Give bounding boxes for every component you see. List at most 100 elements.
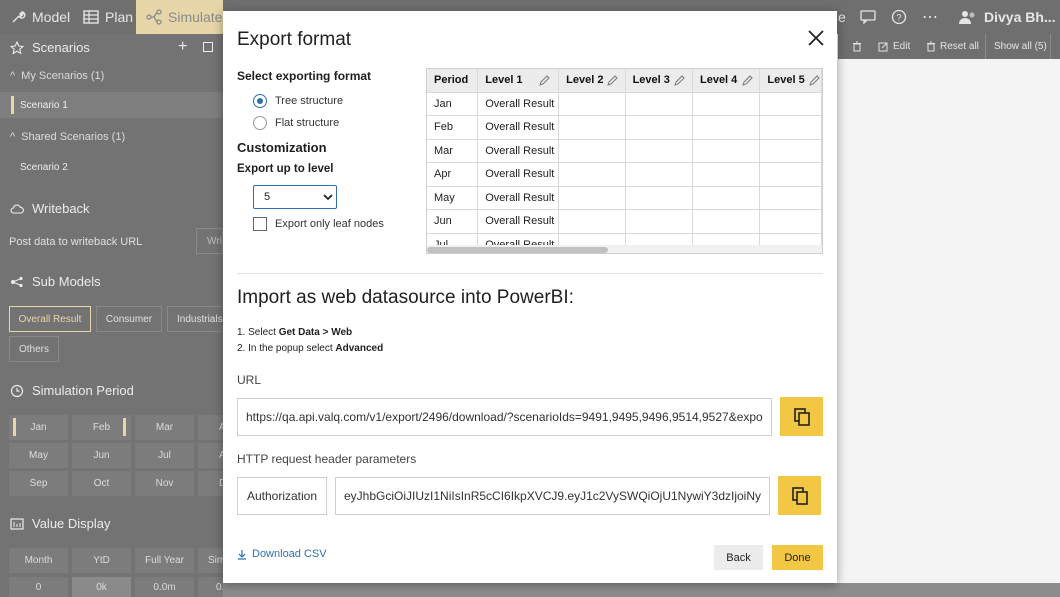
my-scenarios-label: My Scenarios (1): [21, 70, 105, 82]
value-display-option[interactable]: Full Year: [135, 548, 194, 573]
pencil-icon[interactable]: [607, 75, 618, 86]
add-scenario-icon[interactable]: +: [178, 38, 187, 56]
trash-icon: [927, 41, 935, 52]
step-1: 1. Select Get Data > Web: [237, 327, 352, 338]
level-cell: [759, 162, 822, 186]
month-cell[interactable]: Nov: [135, 471, 194, 496]
table-row: Feb Overall Result: [427, 115, 822, 139]
preview-table-container[interactable]: Period Level 1 Level 2 Level 3 Level 4 L…: [426, 68, 823, 254]
edit-button[interactable]: Edit: [878, 34, 910, 59]
submodels-title: Sub Models: [32, 274, 101, 289]
reset-all-button[interactable]: Reset all: [926, 34, 979, 59]
month-cell[interactable]: D: [198, 471, 226, 496]
value-scale-option[interactable]: 0k: [72, 577, 131, 597]
month-cell[interactable]: Jul: [135, 443, 194, 468]
reset-all-label: Reset all: [940, 41, 979, 52]
level-cell: [759, 115, 822, 139]
close-icon[interactable]: [805, 27, 827, 49]
pencil-icon[interactable]: [539, 75, 550, 86]
leaf-nodes-option[interactable]: Export only leaf nodes: [253, 217, 384, 231]
back-button[interactable]: Back: [714, 545, 763, 570]
scenario-1-row[interactable]: Scenario 1: [0, 92, 223, 118]
month-cell[interactable]: Mar: [135, 415, 194, 440]
simulate-tab[interactable]: Simulate: [136, 0, 223, 34]
export-level-select[interactable]: 5: [253, 185, 337, 209]
flat-structure-option[interactable]: Flat structure: [253, 116, 339, 130]
level-cell: [692, 115, 761, 139]
pencil-icon[interactable]: [809, 75, 820, 86]
value-display-header: Value Display: [10, 516, 111, 531]
level-cell: Overall Result: [477, 138, 560, 163]
column-header: Level 4: [692, 69, 761, 92]
month-cell[interactable]: Sep: [9, 471, 68, 496]
user-name: Divya Bh...: [984, 9, 1056, 25]
value-display-option[interactable]: Month: [9, 548, 68, 573]
month-cell[interactable]: Jun: [72, 443, 131, 468]
more-icon[interactable]: ⋯: [922, 0, 938, 34]
writeback-title: Writeback: [32, 201, 90, 216]
my-scenarios-header[interactable]: ^ My Scenarios (1): [10, 70, 104, 82]
copy-url-button[interactable]: [780, 397, 823, 436]
level-cell: [558, 115, 626, 139]
nodes-icon: [11, 276, 23, 287]
horizontal-scrollbar[interactable]: [223, 583, 1060, 597]
grid-icon[interactable]: [203, 42, 213, 52]
header-key-field[interactable]: Authorization: [237, 477, 327, 515]
pencil-icon[interactable]: [742, 75, 753, 86]
comment-icon[interactable]: [860, 0, 876, 34]
period-cell: Jan: [427, 91, 479, 116]
horizontal-scrollbar-thumb[interactable]: [427, 247, 608, 253]
writeback-button[interactable]: Wri: [196, 228, 223, 254]
http-header-label: HTTP request header parameters: [237, 452, 417, 466]
export-level-label: Export up to level: [237, 163, 334, 175]
column-header: Level 2: [558, 69, 626, 92]
url-label: URL: [237, 373, 262, 387]
value-scale-option[interactable]: 0: [9, 577, 68, 597]
delete-icon[interactable]: [852, 34, 862, 59]
export-format-dialog: Export format Select exporting format Tr…: [223, 11, 837, 583]
user-avatar-icon: [959, 11, 975, 24]
copy-header-button[interactable]: [778, 476, 821, 515]
value-display-option[interactable]: YtD: [72, 548, 131, 573]
table-icon: [83, 10, 99, 24]
column-header-label: Level 3: [632, 74, 670, 87]
month-cell[interactable]: Jan: [9, 415, 68, 440]
level-cell: Overall Result: [477, 115, 560, 139]
submodel-chip[interactable]: Overall Result: [9, 306, 91, 332]
powerbi-title: Import as web datasource into PowerBI:: [237, 287, 574, 308]
branch-icon: [146, 9, 162, 25]
help-icon[interactable]: ?: [891, 0, 907, 34]
plan-tab[interactable]: Plan: [83, 0, 133, 34]
model-tab[interactable]: Model: [10, 0, 70, 34]
shared-scenarios-header[interactable]: ^ Shared Scenarios (1): [10, 131, 125, 143]
radio-selected[interactable]: [253, 94, 267, 108]
submodel-chip[interactable]: Industrials: [167, 306, 223, 332]
scenario-2-row[interactable]: Scenario 2: [0, 154, 223, 180]
submodel-chip[interactable]: Consumer: [96, 306, 162, 332]
month-cell[interactable]: A: [198, 415, 226, 440]
pencil-icon[interactable]: [674, 75, 685, 86]
level-cell: [625, 209, 693, 233]
show-all-button[interactable]: Show all (5): [994, 34, 1047, 59]
user-menu[interactable]: Divya Bh...: [958, 0, 1056, 34]
radio-unselected[interactable]: [253, 116, 267, 130]
value-scale-option[interactable]: 0.0m: [135, 577, 194, 597]
leaf-nodes-checkbox[interactable]: [253, 217, 267, 231]
download-csv-link[interactable]: Download CSV: [237, 548, 327, 560]
value-display-option[interactable]: Sim: [198, 548, 223, 573]
done-button[interactable]: Done: [772, 545, 823, 570]
table-row: Apr Overall Result: [427, 162, 822, 186]
tree-structure-option[interactable]: Tree structure: [253, 94, 343, 108]
month-cell[interactable]: A: [198, 443, 226, 468]
step-2-prefix: 2. In the popup select: [237, 343, 336, 354]
header-value-field[interactable]: eyJhbGciOiJIUzI1NiIsInR5cCI6IkpXVCJ9.eyJ…: [335, 477, 770, 515]
flat-structure-label: Flat structure: [275, 117, 340, 129]
month-cell[interactable]: May: [9, 443, 68, 468]
submodel-chip[interactable]: Others: [9, 336, 59, 362]
table-header-row: Period Level 1 Level 2 Level 3 Level 4 L…: [427, 69, 822, 92]
url-field[interactable]: https://qa.api.valq.com/v1/export/2496/d…: [237, 398, 772, 436]
level-cell: [558, 185, 626, 210]
section-divider: [237, 273, 823, 274]
month-cell[interactable]: Oct: [72, 471, 131, 496]
value-scale-option[interactable]: 0.0b: [198, 577, 223, 597]
